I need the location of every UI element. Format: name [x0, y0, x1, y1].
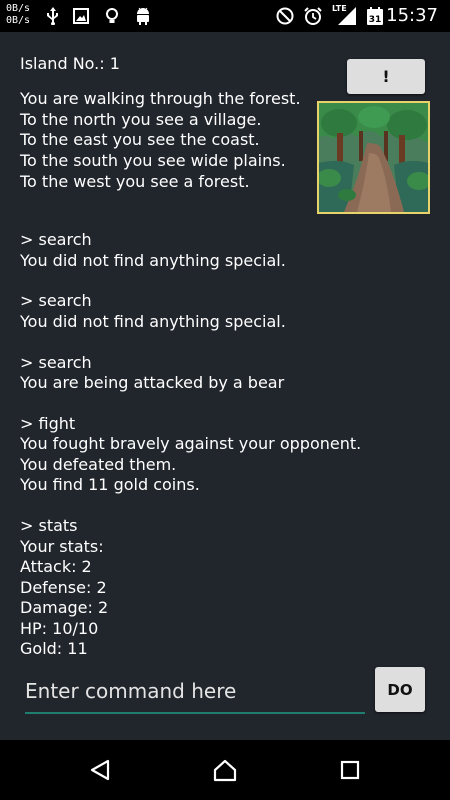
status-clock: 15:37	[386, 5, 438, 26]
signal-icon: LTE	[332, 3, 358, 27]
log-line: Gold: 11	[20, 639, 88, 659]
log-line: Your stats:	[20, 536, 104, 556]
log-line: Defense: 2	[20, 577, 107, 597]
log-entry: > stats Your stats: Attack: 2 Defense: 2…	[20, 516, 440, 660]
log-command: > fight	[20, 413, 76, 433]
network-speed: 0B/s 0B/s	[6, 3, 30, 27]
log-line: You did not find anything special.	[20, 250, 286, 270]
calendar-icon: 31	[366, 6, 384, 26]
log-line: HP: 10/10	[20, 618, 99, 638]
log-line: You find 11 gold coins.	[20, 475, 200, 495]
log-line: You defeated them.	[20, 454, 177, 474]
alarm-icon	[302, 6, 324, 26]
log-line: Damage: 2	[20, 598, 109, 618]
calendar-day: 31	[369, 15, 382, 25]
usb-icon	[44, 6, 62, 26]
network-type: LTE	[332, 4, 347, 13]
location-description: You are walking through the forest. To t…	[20, 89, 310, 193]
log-line: You fought bravely against your opponent…	[20, 434, 362, 454]
do-not-disturb-icon	[275, 6, 295, 26]
bulb-icon	[104, 6, 120, 26]
home-icon[interactable]	[210, 755, 240, 785]
location-line: To the north you see a village.	[20, 109, 262, 129]
net-upload-speed: 0B/s	[6, 3, 31, 14]
log-line: You did not find anything special.	[20, 311, 286, 331]
android-icon	[134, 6, 152, 26]
image-icon	[72, 6, 90, 26]
forest-scene-image	[317, 101, 430, 214]
log-command: > search	[20, 230, 92, 249]
log-command: > search	[20, 291, 92, 311]
island-number: Island No.: 1	[20, 54, 120, 73]
do-button[interactable]: DO	[375, 667, 425, 712]
log-entry: > search You are being attacked by a bea…	[20, 353, 440, 394]
location-line: You are walking through the forest.	[20, 89, 301, 108]
log-entry: > search You did not find anything speci…	[20, 230, 440, 271]
log-entry: > search You did not find anything speci…	[20, 291, 440, 332]
navigation-bar	[0, 740, 450, 800]
log-line: You are being attacked by a bear	[20, 373, 285, 393]
log-command: > search	[20, 352, 92, 372]
log-entry: > fight You fought bravely against your …	[20, 414, 440, 496]
log-line: Attack: 2	[20, 557, 92, 577]
status-bar: 0B/s 0B/s LTE 31 15:37	[0, 0, 450, 32]
log-command: > stats	[20, 516, 78, 536]
command-input[interactable]	[25, 672, 365, 714]
back-icon[interactable]	[85, 755, 115, 785]
location-line: To the west you see a forest.	[20, 171, 250, 191]
net-download-speed: 0B/s	[6, 15, 31, 26]
game-log: > search You did not find anything speci…	[20, 230, 440, 680]
recents-icon[interactable]	[335, 755, 365, 785]
hint-button[interactable]: !	[347, 59, 425, 94]
location-line: To the east you see the coast.	[20, 130, 260, 150]
location-line: To the south you see wide plains.	[20, 151, 286, 171]
game-screen: Island No.: 1 ! You are walking through …	[0, 32, 450, 740]
